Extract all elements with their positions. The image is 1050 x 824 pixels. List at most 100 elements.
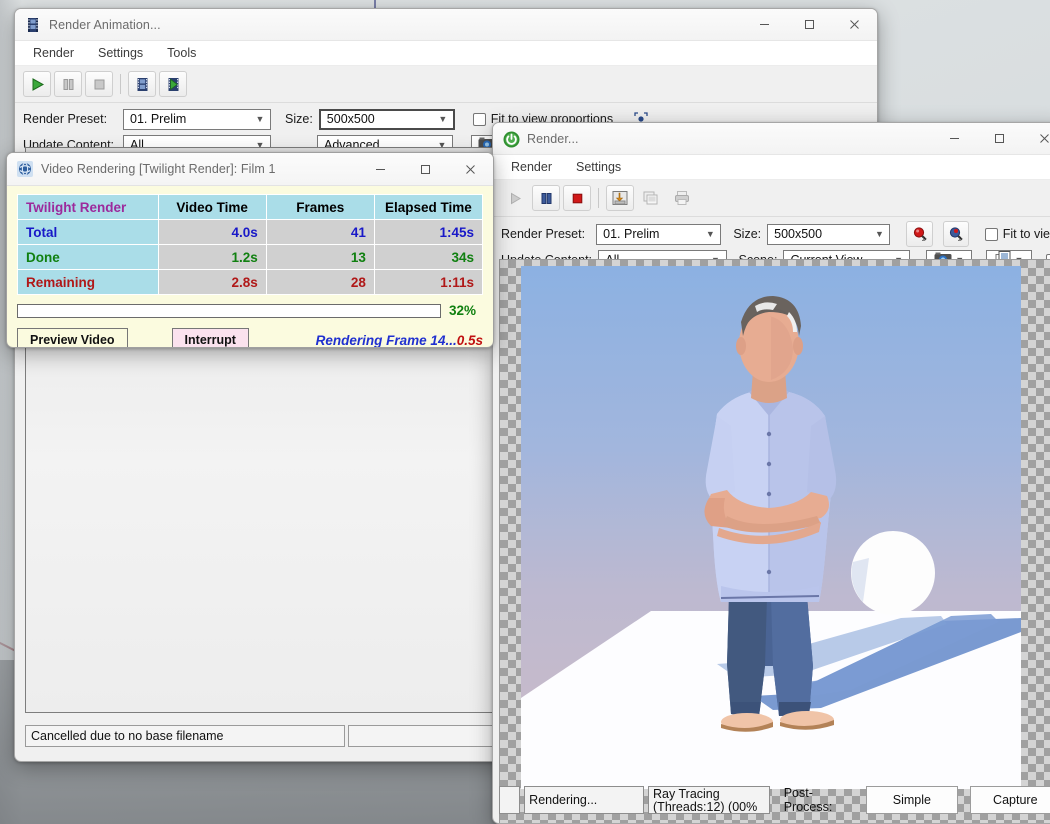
pause-button[interactable] xyxy=(54,71,82,97)
render-toolbar[interactable] xyxy=(493,180,1050,217)
done-frames: 13 xyxy=(265,244,375,270)
done-video-time: 1.2s xyxy=(157,244,267,270)
size-select[interactable]: 500x500 ▼ xyxy=(767,223,891,245)
status-field-1 xyxy=(499,786,521,814)
minimize-button[interactable] xyxy=(742,9,787,40)
render-preset-value: 01. Prelim xyxy=(603,227,660,241)
minimize-button[interactable] xyxy=(932,123,977,154)
menu-render[interactable]: Render xyxy=(31,44,76,62)
render-animation-title: Render Animation... xyxy=(49,17,161,32)
menu-tools[interactable]: Tools xyxy=(165,44,198,62)
render-status-frame: Rendering Frame 14 xyxy=(315,332,446,348)
minimize-button[interactable] xyxy=(358,154,403,185)
menu-settings[interactable]: Settings xyxy=(96,44,145,62)
play-button[interactable] xyxy=(501,185,529,211)
video-rendering-buttons: Preview Video Interrupt Rendering Frame … xyxy=(17,328,483,348)
save-image-button[interactable] xyxy=(606,185,634,211)
pause-button[interactable] xyxy=(532,185,560,211)
render-preset-row: Render Preset: 01. Prelim ▼ Size: 500x50… xyxy=(493,221,1050,247)
maximize-button[interactable] xyxy=(787,9,832,40)
video-rendering-content: Twilight Render Video Time Frames Elapse… xyxy=(7,186,493,348)
render-status-time: 0.5s xyxy=(456,332,483,348)
row-label-done: Done xyxy=(17,244,159,270)
video-rendering-title: Video Rendering [Twilight Render]: Film … xyxy=(41,162,276,176)
maximize-button[interactable] xyxy=(403,154,448,185)
preview-video-button[interactable]: Preview Video xyxy=(17,328,128,347)
table-row: Remaining 2.8s 28 1:11s xyxy=(17,269,484,295)
column-elapsed-time: Elapsed Time xyxy=(373,194,484,220)
toolbar-separator xyxy=(598,188,599,208)
twilight-sphere-icon xyxy=(17,161,33,177)
render-titlebar[interactable]: Render... xyxy=(493,123,1050,155)
row-label-total: Total xyxy=(17,219,159,245)
stop-button[interactable] xyxy=(85,71,113,97)
maximize-button[interactable] xyxy=(977,123,1022,154)
render-preset-select[interactable]: 01. Prelim ▼ xyxy=(596,223,722,245)
menu-settings[interactable]: Settings xyxy=(574,158,623,176)
progress-row: 32% xyxy=(17,303,483,318)
render-animation-toolbar[interactable] xyxy=(15,66,877,103)
size-select[interactable]: 500x500 ▼ xyxy=(318,108,455,130)
film-button[interactable] xyxy=(128,71,156,97)
capture-button[interactable]: Capture xyxy=(969,786,1050,814)
chevron-down-icon: ▼ xyxy=(438,113,448,124)
table-row: Done 1.2s 13 34s xyxy=(17,244,484,270)
render-preset-select[interactable]: 01. Prelim ▼ xyxy=(123,108,271,130)
size-label: Size: xyxy=(733,227,762,241)
zoom-in-icon[interactable]: 2 xyxy=(906,221,933,247)
render-status-text: Rendering Frame 14...0.5s xyxy=(316,333,483,348)
close-button[interactable] xyxy=(832,9,877,40)
remaining-frames: 28 xyxy=(265,269,375,295)
render-menubar[interactable]: Render Settings xyxy=(493,155,1050,180)
film-strip-icon xyxy=(25,17,41,33)
chevron-down-icon: ▼ xyxy=(874,228,884,239)
row-label-remaining: Remaining xyxy=(17,269,159,295)
render-preset-value: 01. Prelim xyxy=(130,112,187,126)
render-window[interactable]: Render... Render Settings Render Preset:… xyxy=(492,122,1050,824)
status-field-rendering: Rendering... xyxy=(524,786,645,814)
column-frames: Frames xyxy=(265,194,375,220)
render-animation-window-controls xyxy=(742,9,877,40)
render-preset-label: Render Preset: xyxy=(501,227,586,241)
chevron-down-icon: ▼ xyxy=(705,228,715,239)
copy-image-button[interactable] xyxy=(637,185,665,211)
size-value: 500x500 xyxy=(774,227,823,241)
render-preset-label: Render Preset: xyxy=(23,112,108,126)
total-frames: 41 xyxy=(265,219,375,245)
fit-to-view-checkbox[interactable]: Fit to view xyxy=(984,227,1050,241)
render-status-ellipsis: ... xyxy=(445,332,457,348)
twilight-power-icon xyxy=(503,131,520,147)
print-button[interactable] xyxy=(668,185,696,211)
render-preview-area[interactable] xyxy=(499,259,1050,823)
size-label: Size: xyxy=(285,112,313,126)
render-window-controls xyxy=(932,123,1050,154)
render-animation-titlebar[interactable]: Render Animation... xyxy=(15,9,877,41)
raytracing-line2: (Threads:12) (00% xyxy=(653,800,758,814)
fit-to-view-label: Fit to view xyxy=(1002,227,1050,241)
toolbar-separator xyxy=(120,74,121,94)
simple-button[interactable]: Simple xyxy=(866,786,958,814)
close-button[interactable] xyxy=(1022,123,1050,154)
video-rendering-dialog[interactable]: Video Rendering [Twilight Render]: Film … xyxy=(6,152,494,348)
interrupt-button[interactable]: Interrupt xyxy=(171,328,249,347)
video-rendering-window-controls xyxy=(358,154,493,185)
video-rendering-titlebar[interactable]: Video Rendering [Twilight Render]: Film … xyxy=(7,153,493,186)
stop-button[interactable] xyxy=(563,185,591,211)
zoom-out-icon[interactable]: 2 xyxy=(942,221,969,247)
checkbox-box xyxy=(472,112,486,126)
table-corner-label: Twilight Render xyxy=(17,194,159,220)
progress-percent-label: 32% xyxy=(449,303,477,318)
close-button[interactable] xyxy=(448,154,493,185)
film-play-button[interactable] xyxy=(159,71,187,97)
post-process-label: Post-Process: xyxy=(783,786,833,814)
menu-render[interactable]: Render xyxy=(509,158,554,176)
remaining-video-time: 2.8s xyxy=(157,269,267,295)
table-row: Total 4.0s 41 1:45s xyxy=(17,219,484,245)
rendered-image xyxy=(521,266,1021,789)
done-elapsed-time: 34s xyxy=(373,244,484,270)
render-window-title: Render... xyxy=(527,131,579,146)
render-animation-menubar[interactable]: Render Settings Tools xyxy=(15,41,877,66)
play-button[interactable] xyxy=(23,71,51,97)
render-statusbar: Rendering... Ray Tracing (Threads:12) (0… xyxy=(499,785,1050,815)
table-header-row: Twilight Render Video Time Frames Elapse… xyxy=(17,194,484,220)
